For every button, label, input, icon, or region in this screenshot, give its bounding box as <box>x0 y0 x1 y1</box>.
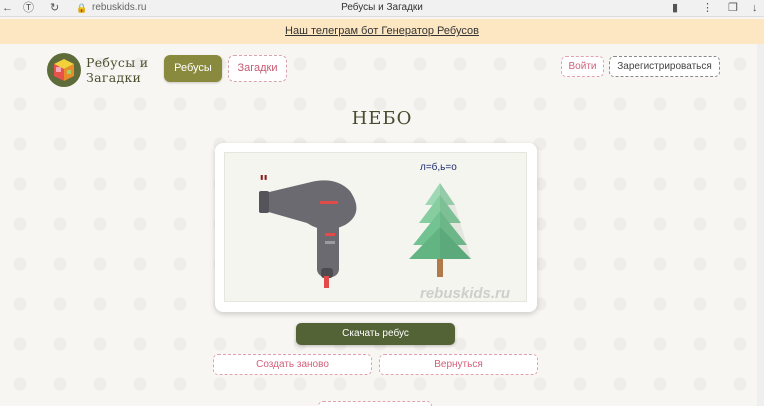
logo-text[interactable]: Ребусы и Загадки <box>86 55 148 85</box>
puzzle-title: НЕБО <box>351 108 413 129</box>
site-logo-icon[interactable] <box>46 52 82 88</box>
bookmark-icon[interactable]: ▮ <box>672 2 678 14</box>
register-button[interactable]: Зарегистрироваться <box>609 56 720 77</box>
login-button[interactable]: Войти <box>561 56 604 77</box>
download-icon[interactable]: ↓ <box>752 2 758 14</box>
puzzle-card: " л=б,ь=о rebuskids.ru <box>215 143 537 312</box>
telegram-bot-link[interactable]: Наш телеграм бот Генератор Ребусов <box>285 25 479 37</box>
scrollbar[interactable] <box>757 44 764 406</box>
create-again-button[interactable]: Создать заново <box>213 354 372 375</box>
partial-button[interactable] <box>318 401 432 406</box>
hair-dryer-icon <box>259 180 357 288</box>
apostrophe-mark: " <box>259 172 268 193</box>
lock-icon: 🔒 <box>76 3 88 13</box>
letter-hint: л=б,ь=о <box>420 162 457 173</box>
watermark: rebuskids.ru <box>420 285 511 302</box>
browser-logo-icon[interactable]: Ⓣ <box>23 2 34 14</box>
address-bar[interactable]: rebuskids.ru <box>92 2 146 13</box>
telegram-banner: Наш телеграм бот Генератор Ребусов <box>0 19 764 44</box>
puzzle-image-area: " л=б,ь=о rebuskids.ru <box>224 152 527 302</box>
download-rebus-button[interactable]: Скачать ребус <box>296 323 455 345</box>
nav-rebusy-button[interactable]: Ребусы <box>164 55 222 82</box>
logo-line1: Ребусы и <box>86 55 149 70</box>
fir-tree-icon <box>409 183 471 277</box>
back-arrow-icon[interactable]: ← <box>2 2 13 14</box>
reload-icon[interactable]: ↻ <box>50 2 59 14</box>
logo-line2: Загадки <box>86 70 142 85</box>
more-icon[interactable]: ⋮ <box>702 2 713 14</box>
extensions-icon[interactable]: ❐ <box>728 2 738 14</box>
tab-title: Ребусы и Загадки <box>341 2 423 13</box>
nav-zagadki-button[interactable]: Загадки <box>228 55 287 82</box>
puzzle-illustration: " <box>259 172 471 288</box>
go-back-button[interactable]: Вернуться <box>379 354 538 375</box>
browser-toolbar: ← Ⓣ ↻ 🔒 rebuskids.ru Ребусы и Загадки ▮ … <box>0 0 764 17</box>
